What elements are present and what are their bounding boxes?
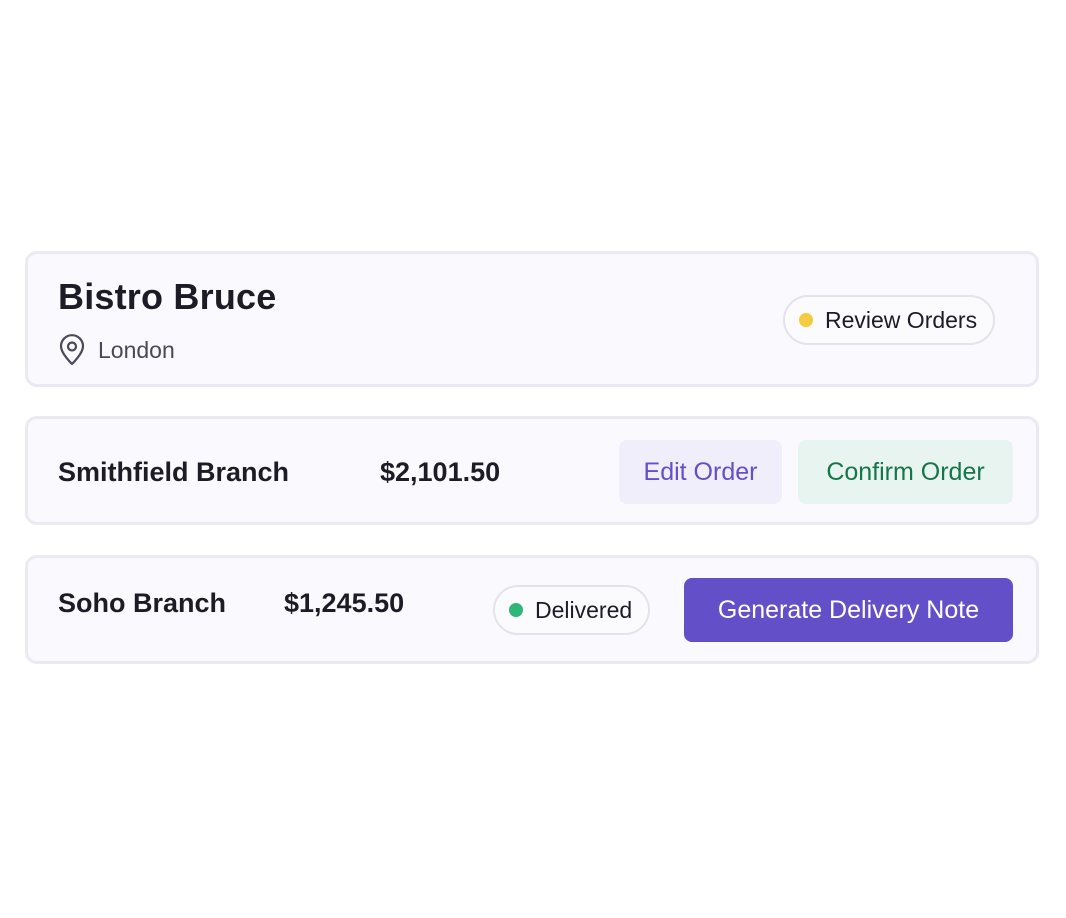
edit-order-button[interactable]: Edit Order: [619, 440, 782, 504]
map-pin-icon: [58, 334, 86, 366]
branch-order-card-soho: Soho Branch $1,245.50 Delivered Generate…: [25, 555, 1039, 664]
branch-order-card-smithfield: Smithfield Branch $2,101.50 Edit Order C…: [25, 416, 1039, 525]
status-dot-icon: [799, 313, 813, 327]
restaurant-card: Bistro Bruce London Review Orders: [25, 251, 1039, 387]
status-label: Review Orders: [825, 306, 978, 333]
order-amount: $2,101.50: [380, 457, 501, 487]
restaurant-location: London: [58, 334, 175, 366]
branch-name: Soho Branch: [58, 588, 227, 618]
location-label: London: [98, 336, 175, 363]
status-dot-icon: [509, 603, 523, 617]
review-orders-status-badge[interactable]: Review Orders: [783, 295, 996, 345]
status-label: Delivered: [535, 596, 633, 623]
branch-name: Smithfield Branch: [58, 457, 290, 487]
confirm-order-button[interactable]: Confirm Order: [798, 440, 1013, 504]
delivered-status-badge: Delivered: [493, 585, 651, 635]
generate-delivery-note-button[interactable]: Generate Delivery Note: [684, 578, 1013, 642]
restaurant-name: Bistro Bruce: [58, 276, 277, 317]
order-amount: $1,245.50: [284, 588, 405, 618]
